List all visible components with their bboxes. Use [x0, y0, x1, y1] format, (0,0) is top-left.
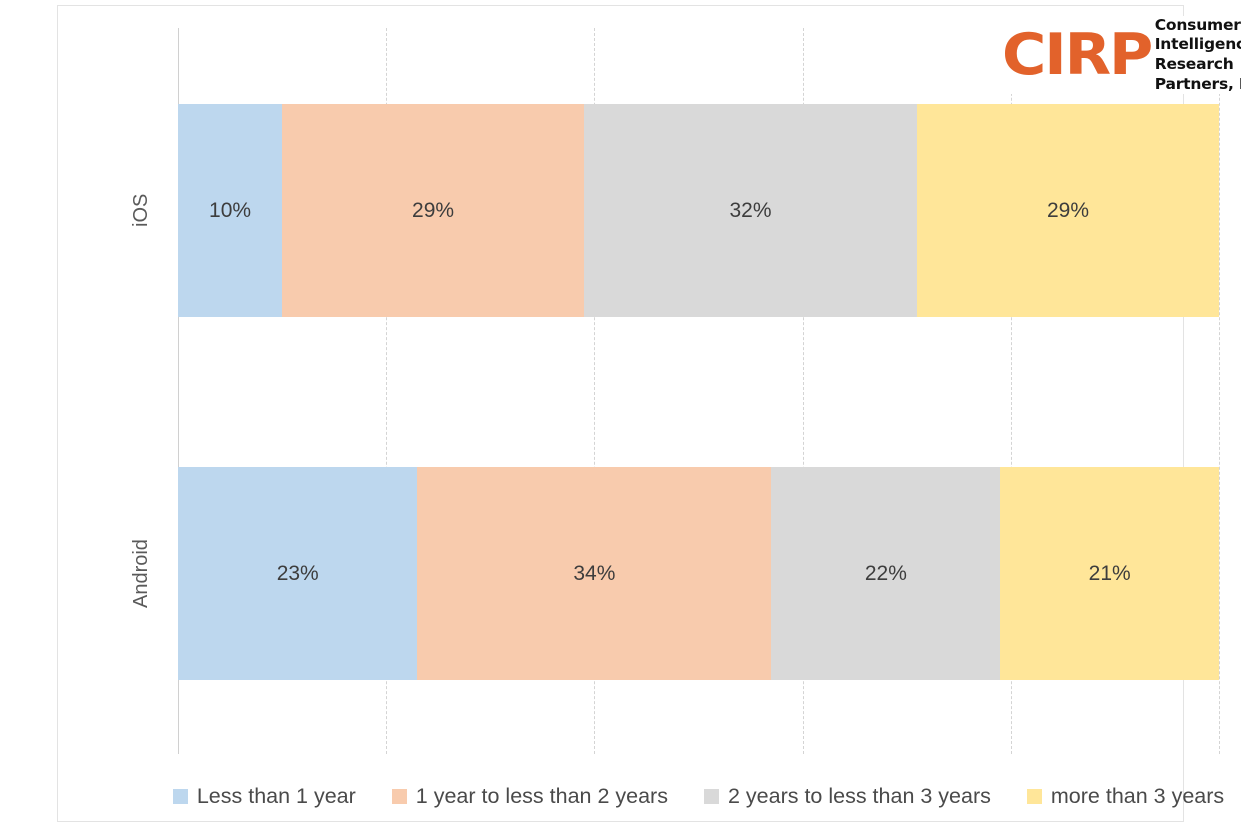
logo-line-3: Research	[1154, 55, 1234, 73]
bar-segment: 32%	[583, 104, 918, 317]
legend-item[interactable]: more than 3 years	[1026, 784, 1225, 809]
chart-legend: Less than 1 year 1 year to less than 2 ye…	[172, 784, 1224, 809]
bar-row-android: 23% 34% 22% 21%	[178, 467, 1219, 680]
legend-swatch-icon	[1026, 789, 1042, 804]
cirp-logo: CIRP Consumer Intelligence Research Part…	[1002, 16, 1241, 94]
bar-segment: 29%	[282, 104, 584, 317]
cirp-wordmark-icon: CIRP	[1002, 21, 1153, 88]
logo-line-2: Intelligence	[1154, 35, 1241, 54]
legend-label: more than 3 years	[1050, 784, 1225, 808]
legend-swatch-icon	[703, 789, 719, 804]
legend-label: Less than 1 year	[196, 784, 356, 808]
category-label-android: Android	[130, 539, 152, 608]
bar-segment: 21%	[1000, 467, 1219, 680]
logo-line-4: Partners, LLC	[1154, 74, 1241, 93]
category-label-ios: iOS	[130, 193, 152, 228]
bar-segment: 22%	[771, 467, 1001, 680]
gridline-100	[1219, 28, 1220, 754]
legend-label: 1 year to less than 2 years	[415, 784, 668, 808]
bar-segment: 34%	[417, 467, 772, 680]
legend-label: 2 years to less than 3 years	[727, 784, 991, 808]
legend-swatch-icon	[172, 789, 188, 804]
legend-item[interactable]: 2 years to less than 3 years	[703, 784, 991, 809]
bar-segment: 29%	[917, 104, 1219, 317]
bar-segment: 10%	[178, 104, 283, 317]
plot-area: 10% 29% 32% 29% 23% 34% 22% 21%	[178, 28, 1220, 754]
logo-line-1: Consumer	[1154, 15, 1241, 34]
chart-frame: CIRP Consumer Intelligence Research Part…	[57, 5, 1241, 822]
legend-item[interactable]: 1 year to less than 2 years	[391, 784, 668, 809]
bar-row-ios: 10% 29% 32% 29%	[178, 104, 1219, 317]
bar-segment: 23%	[178, 467, 418, 680]
cirp-full-name: Consumer Intelligence Research Partners,…	[1155, 16, 1241, 94]
legend-swatch-icon	[391, 789, 407, 804]
legend-item[interactable]: Less than 1 year	[172, 784, 356, 809]
